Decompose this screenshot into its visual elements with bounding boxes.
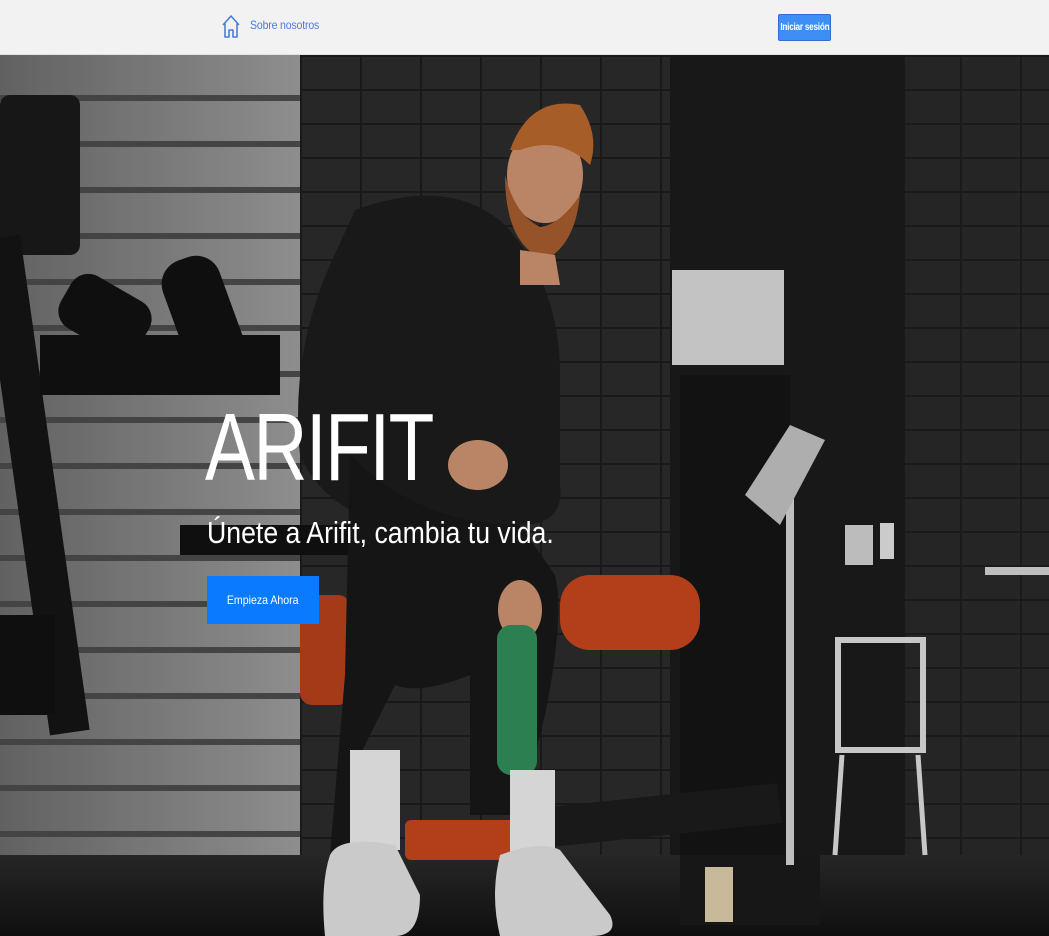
hero-background-image — [0, 55, 1049, 936]
hero-section: ARIFIT Únete a Arifit, cambia tu vida. E… — [0, 55, 1049, 936]
login-button-label: Iniciar sesión — [780, 22, 829, 33]
hero-title: ARIFIT — [205, 394, 434, 501]
hero-subtitle: Únete a Arifit, cambia tu vida. — [207, 515, 554, 550]
start-now-button-label: Empieza Ahora — [227, 593, 299, 607]
about-link[interactable]: Sobre nosotros — [250, 18, 319, 32]
start-now-button[interactable]: Empieza Ahora — [207, 576, 319, 624]
navbar: Sobre nosotros Iniciar sesión — [0, 0, 1049, 55]
home-icon[interactable] — [221, 14, 241, 39]
login-button[interactable]: Iniciar sesión — [778, 14, 831, 41]
